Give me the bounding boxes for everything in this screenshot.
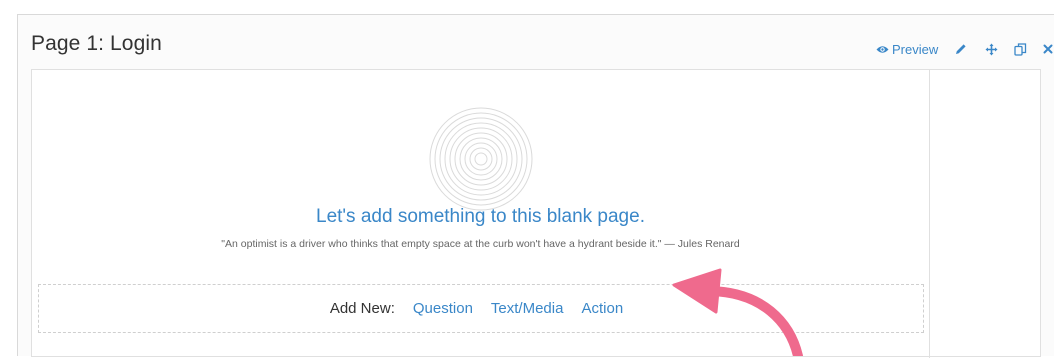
close-icon: [1043, 44, 1053, 54]
add-new-label: Add New:: [329, 300, 395, 317]
copy-icon: [1014, 42, 1026, 56]
add-question-link[interactable]: Question: [413, 300, 473, 317]
pencil-icon: [956, 44, 966, 54]
add-text-media-link[interactable]: Text/Media: [491, 300, 564, 317]
page-title: Page 1: Login: [31, 32, 162, 55]
preview-button[interactable]: Preview: [876, 42, 938, 57]
callout-arrow: [672, 268, 803, 356]
side-column-divider: [929, 70, 930, 358]
preview-label: Preview: [892, 41, 939, 57]
page-toolbar: Preview: [876, 39, 1054, 59]
page-panel: Page 1: Login Preview Let's add somethin…: [17, 14, 1054, 358]
eye-icon: [876, 45, 889, 53]
move-button[interactable]: [983, 41, 999, 57]
page-content-area: Let's add something to this blank page. …: [31, 69, 1041, 358]
move-icon: [985, 43, 998, 55]
copy-button[interactable]: [1012, 41, 1028, 57]
delete-button[interactable]: [1040, 41, 1054, 57]
edit-button[interactable]: [953, 41, 969, 57]
blank-page-illustration: [429, 107, 533, 211]
empty-page-heading: Let's add something to this blank page.: [316, 206, 645, 227]
add-action-link[interactable]: Action: [581, 300, 623, 317]
empty-page-quote: "An optimist is a driver who thinks that…: [221, 238, 740, 250]
